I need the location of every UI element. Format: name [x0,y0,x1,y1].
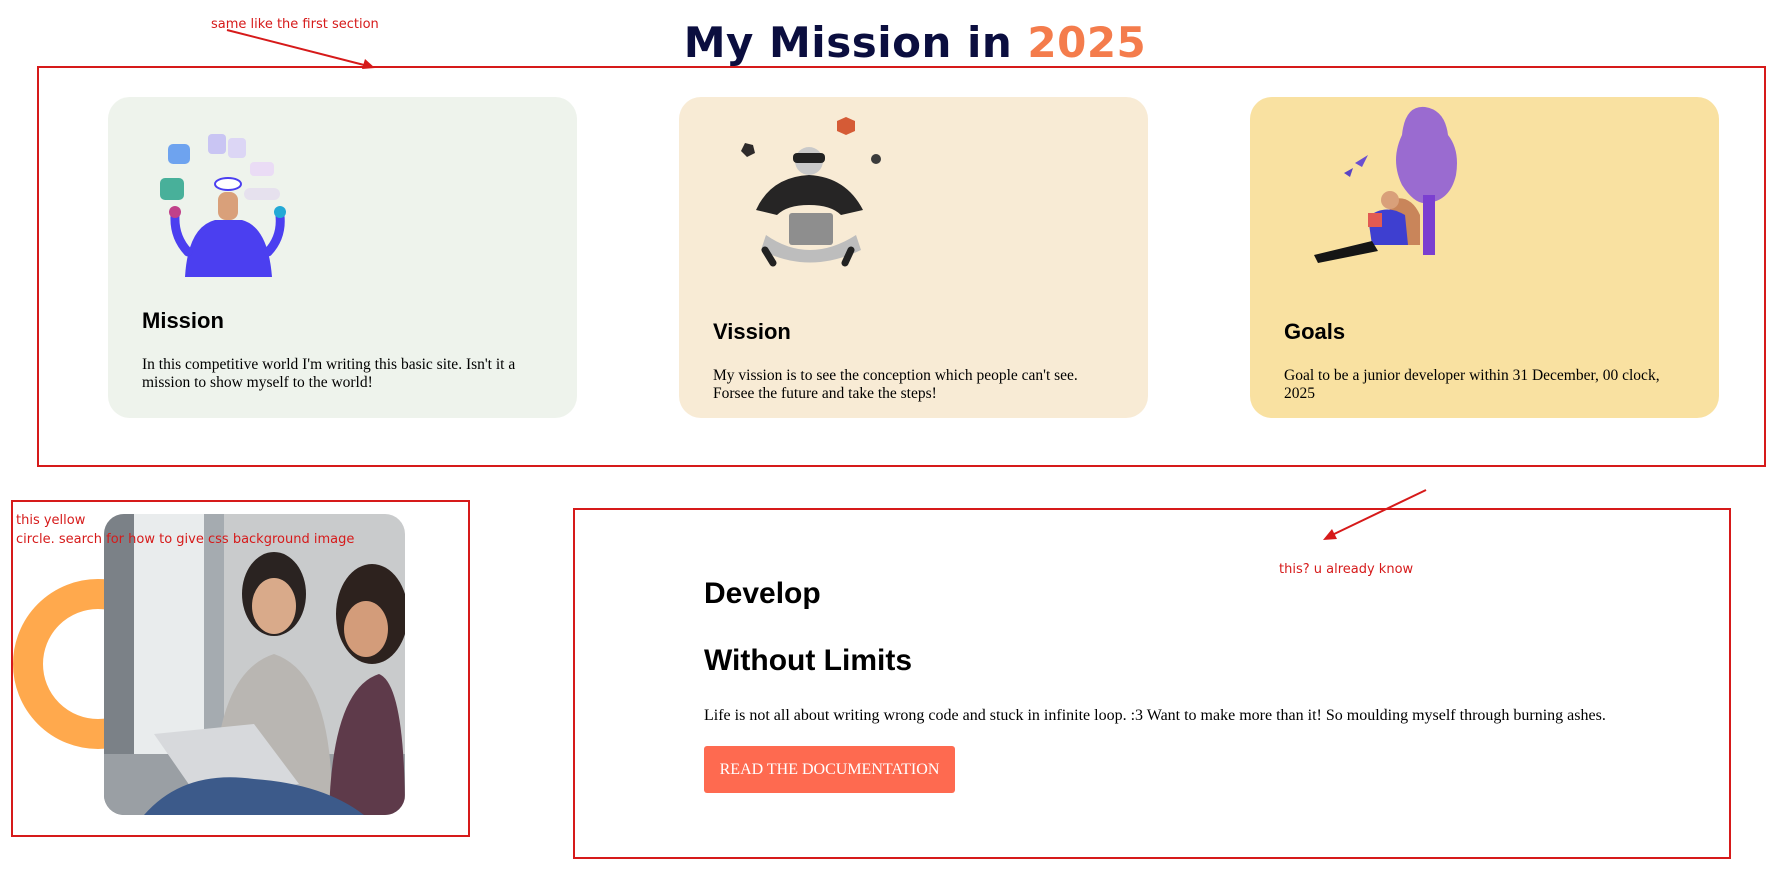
develop-heading: Develop [704,577,821,610]
reading-under-tree-illustration [1314,106,1457,263]
annotation-frame-develop [573,508,1731,859]
card-text: Goal to be a junior developer within 31 … [1284,367,1660,402]
card-goals: Goals Goal to be a junior developer with… [1250,97,1719,418]
card-mission: Mission In this competitive world I'm wr… [108,97,577,418]
card-title: Goals [1284,319,1346,344]
without-limits-heading: Without Limits [704,644,913,677]
develop-text: Life is not all about writing wrong code… [704,707,1606,724]
card-title: Mission [142,308,224,333]
card-vission: Vission My vission is to see the concept… [679,97,1148,418]
annotation-yellow-note: this yellow circle. search for how to gi… [16,513,355,547]
card-text: My vission is to see the conception whic… [713,367,1078,402]
card-text: In this competitive world I'm writing th… [142,356,516,391]
annotation-button-note: this? u already know [1279,562,1414,577]
hero-photo [104,514,405,815]
juggling-apps-person-illustration [160,134,286,277]
annotation-arrow-button [1323,489,1427,540]
two-women-with-laptop-image [104,514,405,815]
yellow-circle-decoration [13,579,108,749]
page-title: My Mission in 2025 [683,18,1147,67]
read-documentation-button[interactable]: READ THE DOCUMENTATION [704,746,955,793]
vr-laptop-person-illustration [741,117,881,267]
card-title: Vission [713,319,791,344]
